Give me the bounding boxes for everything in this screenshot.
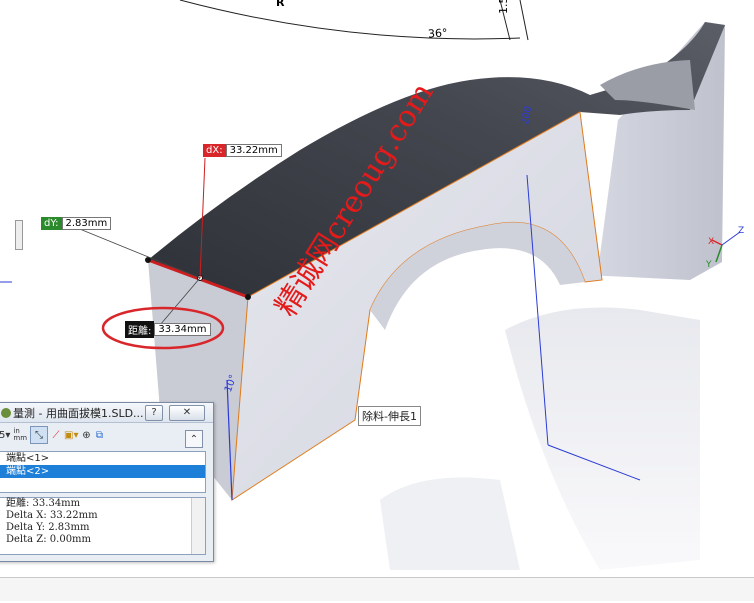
feature-tag[interactable]: 除料-伸長1 bbox=[358, 406, 421, 426]
measure-dialog[interactable]: 量測 - 用曲面拔模1.SLD... ? ✕ 5▾ in mm ⤡ ⟋ ▣▾ ⊕… bbox=[0, 402, 214, 562]
triad-y-label: Y bbox=[706, 260, 712, 270]
distance-tag-key: 距離: bbox=[125, 321, 155, 338]
dx-tag: dX: 33.22mm bbox=[203, 144, 282, 157]
results-panel: 距離: 33.34mm Delta X: 33.22mm Delta Y: 2.… bbox=[0, 497, 206, 555]
dy-tag: dY: 2.83mm bbox=[41, 217, 112, 230]
dx-tag-key: dX: bbox=[203, 144, 226, 157]
floor-reflection-2 bbox=[380, 477, 520, 570]
history-icon[interactable]: ⧉ bbox=[95, 427, 105, 443]
dim-line-2 bbox=[519, 0, 529, 41]
floor-reflection bbox=[505, 307, 700, 570]
point-to-point-icon[interactable]: ⟋ bbox=[51, 427, 61, 443]
radius-label: R bbox=[276, 0, 285, 9]
projection-icon[interactable]: ▣▾ bbox=[64, 427, 78, 443]
selection-list[interactable]: 端點<1> 端點<2> bbox=[0, 451, 206, 493]
dy-tag-key: dY: bbox=[41, 217, 62, 230]
results-scrollbar[interactable] bbox=[191, 498, 205, 554]
triad-x-label: X bbox=[708, 237, 715, 247]
result-distance: 距離: 33.34mm bbox=[6, 498, 81, 509]
result-delta-y: Delta Y: 2.83mm bbox=[6, 522, 90, 533]
distance-tag-value: 33.34mm bbox=[154, 323, 211, 336]
measure-app-icon bbox=[1, 407, 11, 418]
triad-z-label: Z bbox=[738, 226, 745, 236]
sketch-arc bbox=[179, 0, 521, 40]
selection-item[interactable]: 端點<2> bbox=[0, 465, 205, 478]
selection-item[interactable]: 端點<1> bbox=[0, 452, 205, 465]
collapse-button[interactable]: ⌃ bbox=[185, 430, 203, 448]
angle-36-label: 36° bbox=[427, 26, 448, 41]
dx-tag-value: 33.22mm bbox=[225, 144, 282, 157]
dy-tag-value: 2.83mm bbox=[61, 217, 112, 230]
endpoint-2[interactable] bbox=[245, 294, 251, 300]
xyz-delta-icon[interactable]: ⤡ bbox=[30, 426, 49, 444]
measure-title: 量測 - 用曲面拔模1.SLD... bbox=[13, 406, 144, 420]
close-button[interactable]: ✕ bbox=[169, 405, 205, 421]
help-button[interactable]: ? bbox=[145, 405, 163, 421]
distance-tag: 距離: 33.34mm bbox=[125, 321, 211, 338]
dim-150-label: 1.50 bbox=[497, 0, 510, 14]
result-delta-z: Delta Z: 0.00mm bbox=[6, 534, 92, 545]
panel-splitter-handle[interactable] bbox=[15, 220, 23, 250]
measure-toolbar: 5▾ in mm ⤡ ⟋ ▣▾ ⊕ ⧉ ⌃ bbox=[0, 423, 213, 448]
units-button[interactable]: in mm bbox=[13, 427, 27, 443]
arc-options-icon[interactable]: 5▾ bbox=[0, 427, 10, 443]
result-delta-x: Delta X: 33.22mm bbox=[6, 510, 98, 521]
coordinate-system-icon[interactable]: ⊕ bbox=[82, 427, 92, 443]
status-bar bbox=[0, 577, 754, 601]
